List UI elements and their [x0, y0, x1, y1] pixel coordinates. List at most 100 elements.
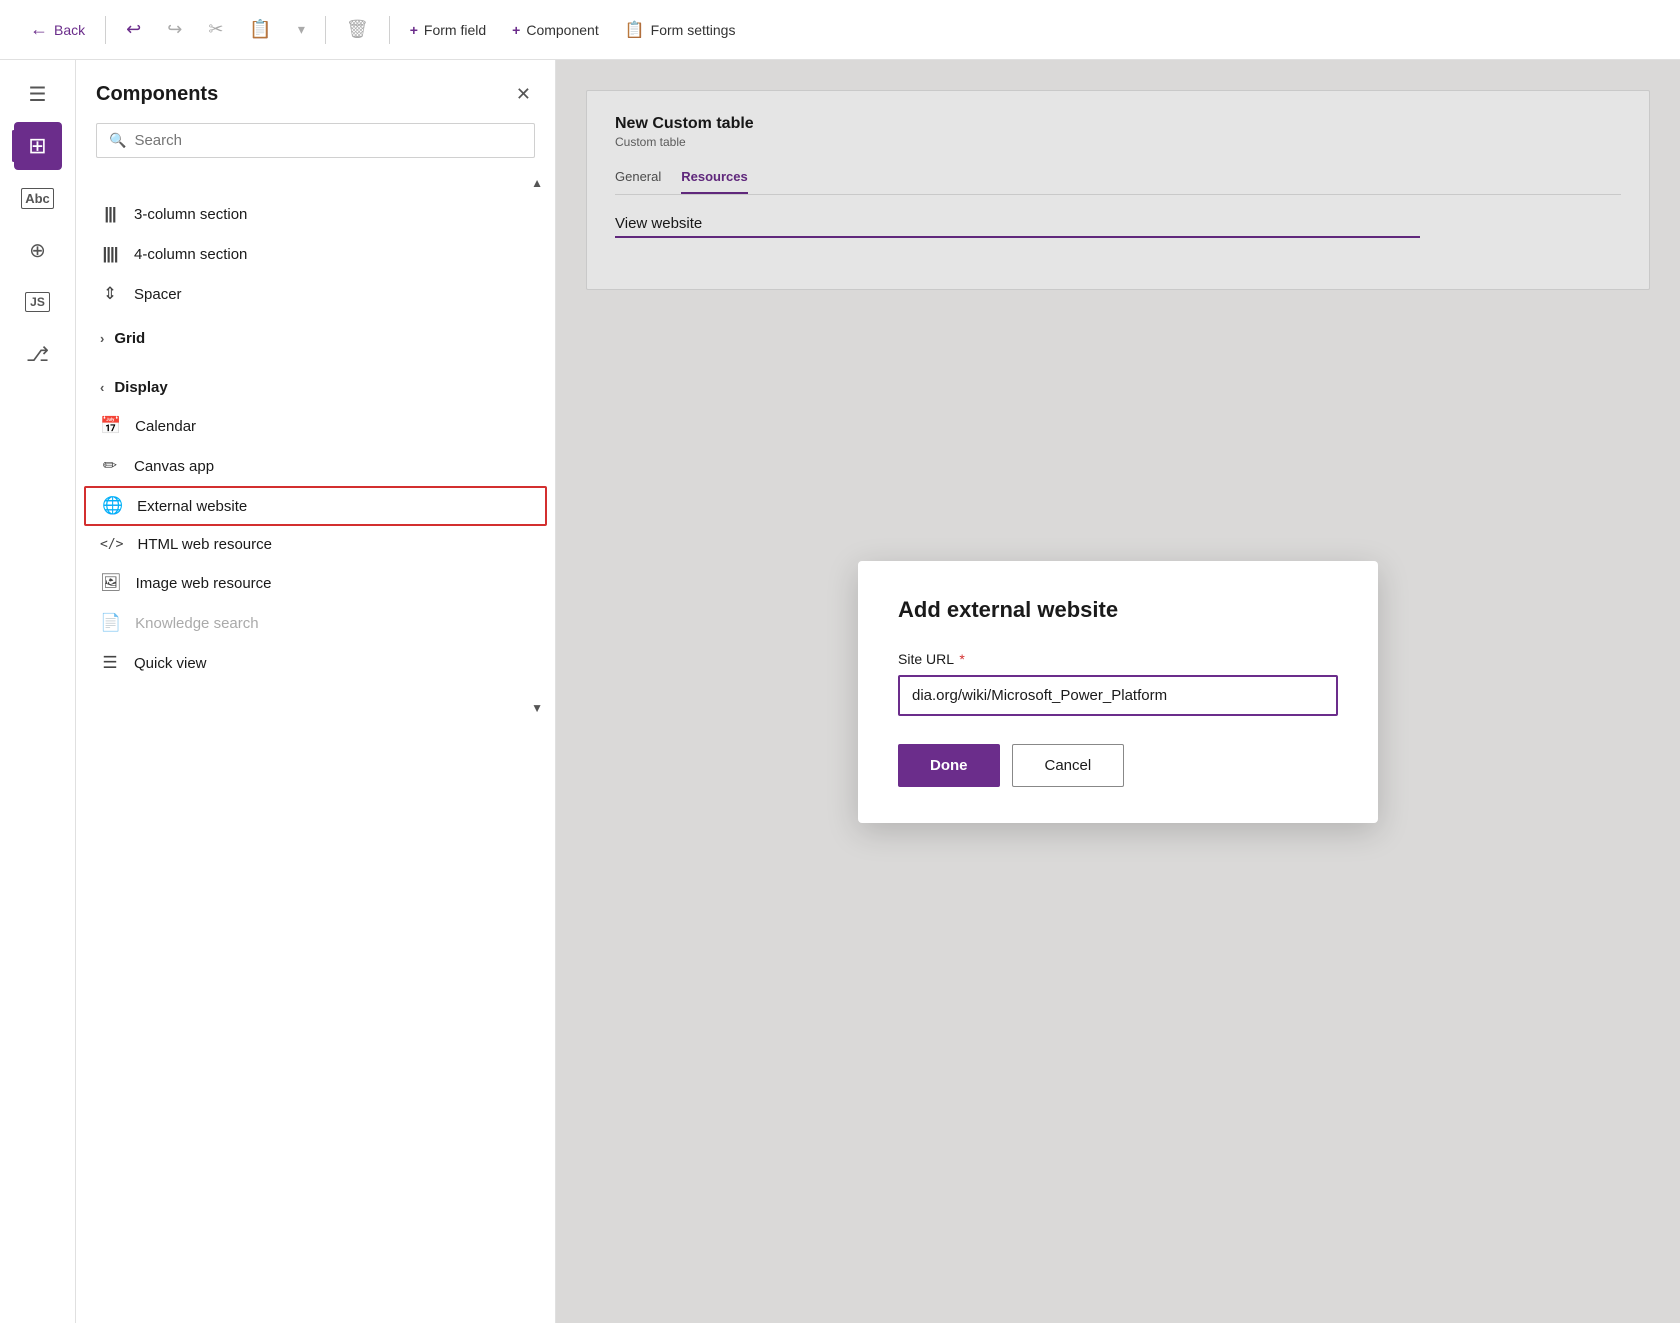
sidebar-item-components[interactable]: ⊞ — [14, 122, 62, 170]
menu-icon: ☰ — [29, 82, 47, 107]
4col-icon: |||| — [100, 244, 120, 264]
external-website-label: External website — [137, 498, 247, 515]
knowledge-label: Knowledge search — [135, 615, 258, 632]
form-settings-button[interactable]: 📋 Form settings — [615, 14, 746, 46]
component-label: Component — [526, 22, 598, 38]
sidebar-item-network[interactable]: ⎇ — [14, 330, 62, 378]
toolbar-separator-2 — [325, 16, 326, 44]
html-icon: </> — [100, 537, 123, 552]
html-label: HTML web resource — [137, 536, 272, 553]
cut-button[interactable]: ✂ — [198, 13, 233, 46]
display-chevron-icon: ‹ — [100, 380, 104, 395]
image-web-resource-icon: 🖼 — [100, 573, 122, 593]
form-settings-icon: 📋 — [625, 20, 645, 40]
spacer-label: Spacer — [134, 286, 182, 303]
list-item-canvas-app[interactable]: ✏ Canvas app — [76, 446, 555, 486]
list-item-knowledge-search: 📄 Knowledge search — [76, 603, 555, 643]
back-arrow-icon: ← — [30, 19, 48, 40]
calendar-icon: 📅 — [100, 416, 121, 436]
icon-sidebar: ☰ ⊞ Abc ⊕ JS ⎇ — [0, 60, 76, 1323]
components-panel-title: Components — [96, 83, 218, 106]
grid-group-header[interactable]: › Grid — [76, 320, 555, 357]
dropdown-button[interactable]: ▾ — [288, 15, 315, 44]
text-icon: Abc — [21, 188, 54, 209]
form-field-label: Form field — [424, 22, 486, 38]
sidebar-item-menu[interactable]: ☰ — [14, 70, 62, 118]
group-grid: › Grid — [76, 314, 555, 363]
list-item-quick-view[interactable]: ☰ Quick view — [76, 643, 555, 683]
list-item-spacer[interactable]: ⇕ Spacer — [76, 274, 555, 314]
form-settings-label: Form settings — [651, 22, 736, 38]
redo-icon: ↪ — [167, 19, 182, 40]
display-group-header[interactable]: ‹ Display — [76, 369, 555, 406]
network-icon: ⎇ — [26, 342, 49, 367]
search-box[interactable]: 🔍 — [96, 123, 535, 158]
cut-icon: ✂ — [208, 19, 223, 40]
sidebar-item-text[interactable]: Abc — [14, 174, 62, 222]
js-icon: JS — [25, 292, 50, 312]
list-item-4col[interactable]: |||| 4-column section — [76, 234, 555, 274]
grid-group-label: Grid — [114, 330, 145, 347]
add-component-button[interactable]: + Component — [502, 16, 609, 44]
delete-button[interactable]: 🗑 — [336, 13, 379, 46]
scroll-up-arrow[interactable]: ▲ — [523, 172, 551, 194]
list-item-3col[interactable]: ||| 3-column section — [76, 194, 555, 234]
delete-icon: 🗑 — [346, 19, 369, 40]
toolbar-separator-1 — [105, 16, 106, 44]
components-panel: Components ✕ 🔍 ▲ ||| 3-column section ||… — [76, 60, 556, 1323]
display-group-label: Display — [114, 379, 167, 396]
scroll-down-arrow[interactable]: ▼ — [523, 697, 551, 719]
paste-button[interactable]: 📋 — [239, 13, 281, 46]
back-button[interactable]: ← Back — [20, 13, 95, 46]
quick-view-icon: ☰ — [100, 653, 120, 673]
list-item-html-web-resource[interactable]: </> HTML web resource — [76, 526, 555, 563]
required-marker: * — [959, 651, 964, 667]
dropdown-icon: ▾ — [298, 21, 305, 38]
plus-form-field-icon: + — [410, 22, 418, 38]
components-grid-icon: ⊞ — [28, 133, 46, 159]
sidebar-item-layers[interactable]: ⊕ — [14, 226, 62, 274]
toolbar-separator-3 — [389, 16, 390, 44]
undo-icon: ↩ — [126, 19, 141, 40]
close-icon: ✕ — [516, 84, 531, 104]
modal-overlay: Add external website Site URL * Done Can… — [556, 60, 1680, 1323]
undo-button[interactable]: ↩ — [116, 13, 151, 46]
back-label: Back — [54, 22, 85, 38]
sidebar-item-js[interactable]: JS — [14, 278, 62, 326]
plus-component-icon: + — [512, 22, 520, 38]
done-button[interactable]: Done — [898, 744, 1000, 787]
toolbar: ← Back ↩ ↪ ✂ 📋 ▾ 🗑 + Form field + Compon… — [0, 0, 1680, 60]
group-display: ‹ Display 📅 Calendar ✏ Canvas app 🌐 Exte… — [76, 363, 555, 689]
components-panel-close-button[interactable]: ✕ — [512, 80, 535, 109]
redo-button[interactable]: ↪ — [157, 13, 192, 46]
4col-label: 4-column section — [134, 246, 247, 263]
components-list: ▲ ||| 3-column section |||| 4-column sec… — [76, 172, 555, 1323]
list-item-image-web-resource[interactable]: 🖼 Image web resource — [76, 563, 555, 603]
external-website-icon: 🌐 — [102, 496, 123, 516]
canvas-app-icon: ✏ — [100, 456, 120, 476]
search-icon: 🔍 — [109, 132, 126, 149]
spacer-icon: ⇕ — [100, 284, 120, 304]
canvas-app-label: Canvas app — [134, 458, 214, 475]
cancel-button[interactable]: Cancel — [1012, 744, 1125, 787]
grid-chevron-icon: › — [100, 331, 104, 346]
quick-view-label: Quick view — [134, 655, 207, 672]
modal-buttons: Done Cancel — [898, 744, 1338, 787]
paste-icon: 📋 — [249, 19, 271, 40]
layers-icon: ⊕ — [29, 238, 46, 263]
main-area: ☰ ⊞ Abc ⊕ JS ⎇ Components ✕ 🔍 — [0, 60, 1680, 1323]
search-input[interactable] — [134, 132, 522, 149]
3col-icon: ||| — [100, 204, 120, 224]
modal-title: Add external website — [898, 597, 1338, 623]
calendar-label: Calendar — [135, 418, 196, 435]
site-url-label: Site URL * — [898, 651, 1338, 667]
add-form-field-button[interactable]: + Form field — [400, 16, 496, 44]
list-item-external-website[interactable]: 🌐 External website — [84, 486, 547, 526]
list-item-calendar[interactable]: 📅 Calendar — [76, 406, 555, 446]
canvas-area: New Custom table Custom table General Re… — [556, 60, 1680, 1323]
components-panel-header: Components ✕ — [76, 60, 555, 123]
image-label: Image web resource — [136, 575, 272, 592]
add-external-website-modal: Add external website Site URL * Done Can… — [858, 561, 1378, 823]
knowledge-search-icon: 📄 — [100, 613, 121, 633]
site-url-input[interactable] — [898, 675, 1338, 716]
